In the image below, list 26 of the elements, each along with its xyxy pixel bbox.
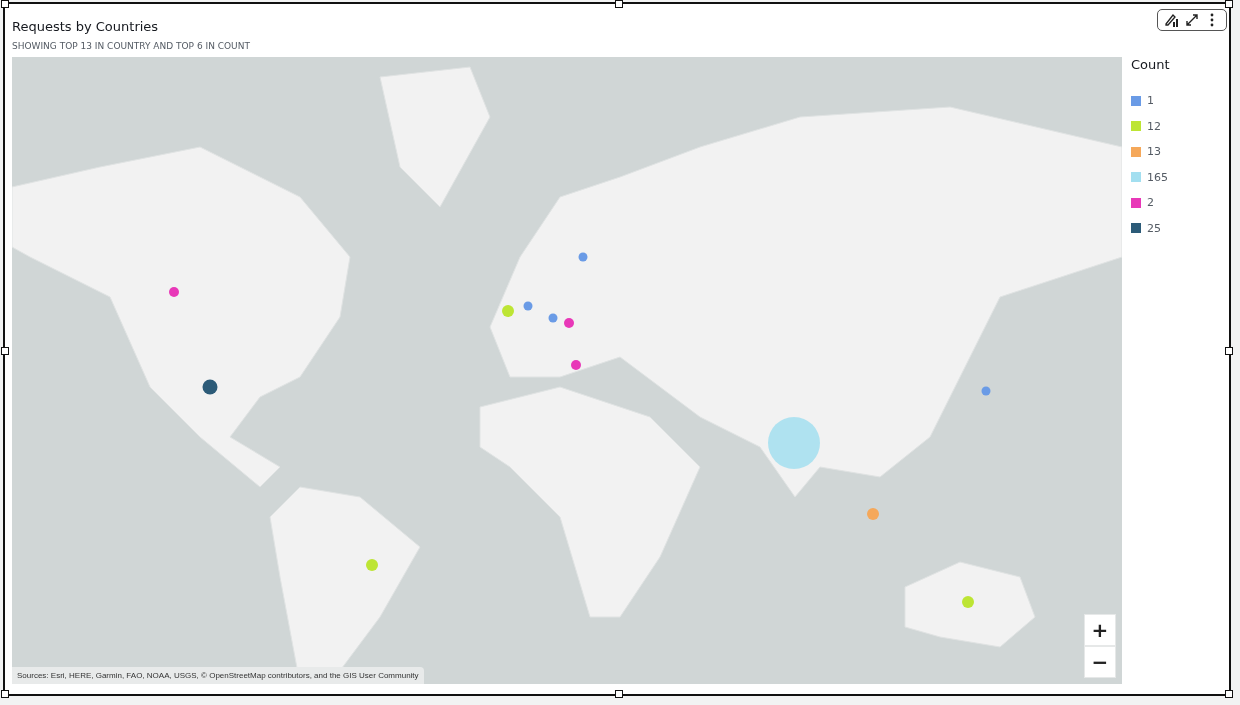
map[interactable]: Sources: Esri, HERE, Garmin, FAO, NOAA, USGS, © OpenStreetMap contributors, and the GIS User Community + − <box>12 57 1122 684</box>
resize-handle[interactable] <box>615 690 623 698</box>
visual-title: Requests by Countries <box>12 19 159 34</box>
legend-label: 2 <box>1147 196 1154 210</box>
map-bubble[interactable] <box>202 379 218 395</box>
legend-label: 165 <box>1147 170 1168 184</box>
expand-icon[interactable] <box>1184 12 1200 28</box>
resize-handle[interactable] <box>615 0 623 8</box>
resize-handle[interactable] <box>1225 0 1233 8</box>
zoom-in-button[interactable]: + <box>1085 615 1115 645</box>
legend-title: Count <box>1131 57 1170 72</box>
visual-subtitle: SHOWING TOP 13 IN COUNTRY AND TOP 6 IN COUNT <box>12 41 250 51</box>
zoom-out-button[interactable]: − <box>1085 647 1115 677</box>
map-attribution: Sources: Esri, HERE, Garmin, FAO, NOAA, USGS, © OpenStreetMap contributors, and the GIS User Community <box>12 667 424 684</box>
legend-label: 25 <box>1147 221 1161 235</box>
pencil-chart-icon[interactable] <box>1164 12 1180 28</box>
resize-handle[interactable] <box>1225 690 1233 698</box>
resize-handle[interactable] <box>1225 347 1233 355</box>
legend-label: 13 <box>1147 145 1161 159</box>
resize-handle[interactable] <box>1 0 9 8</box>
map-bubble[interactable] <box>571 360 581 370</box>
legend-label: 12 <box>1147 119 1161 133</box>
resize-handle[interactable] <box>1 690 9 698</box>
map-bubble[interactable] <box>169 287 179 297</box>
legend-label: 1 <box>1147 94 1154 108</box>
resize-handle[interactable] <box>1 347 9 355</box>
